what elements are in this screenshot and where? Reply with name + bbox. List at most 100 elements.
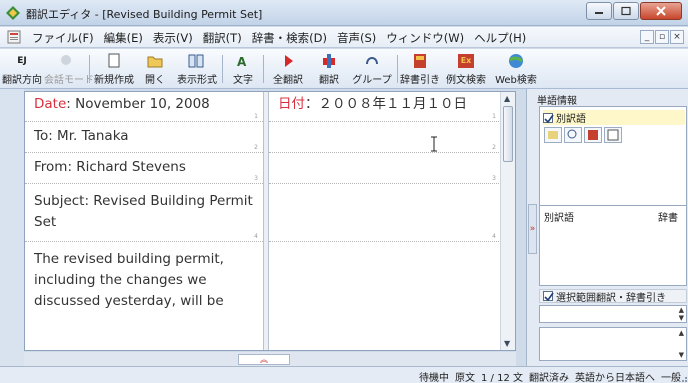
source-segment[interactable]: Subject: Revised Building Permit Set 4 — [25, 184, 263, 242]
mdi-close-button[interactable]: × — [670, 30, 684, 44]
minimize-button[interactable] — [586, 2, 612, 20]
panel-title: 単語情報 — [537, 96, 577, 107]
register-word-icon — [607, 129, 619, 141]
new-document-icon — [108, 53, 120, 68]
translate-button[interactable]: 翻訳 — [312, 52, 346, 86]
alt-translation-checkbox[interactable]: 別訳語 — [543, 110, 685, 125]
target-text: ：２００８年１１月１０日 — [305, 96, 467, 112]
scroll-down-icon[interactable]: ▼ — [504, 339, 510, 348]
target-pane[interactable]: 日付：２００８年１１月１０日 1 2 3 4 — [269, 92, 501, 350]
resize-grip-icon[interactable] — [679, 374, 687, 382]
menu-window[interactable]: ウィンドウ(W) — [381, 30, 469, 46]
translation-editor[interactable]: Date: November 10, 2008 1 To: Mr. Tanaka… — [24, 91, 516, 351]
dictionary-icon — [588, 130, 598, 140]
column-alt-translation[interactable]: 別訳語 — [544, 209, 574, 224]
group-button[interactable]: グループ — [350, 52, 394, 86]
word-tool-button-4[interactable] — [604, 127, 622, 143]
source-text: Set — [34, 214, 57, 230]
status-sentence-count: 1 / 12 文 — [481, 373, 523, 383]
conversation-mode-button[interactable]: 会話モード — [44, 52, 94, 86]
collapse-panel-button[interactable]: » — [528, 204, 537, 254]
status-state: 待機中 — [419, 373, 449, 383]
lookup-result-area[interactable]: ▲ ▼ — [539, 327, 687, 361]
source-segment[interactable]: To: Mr. Tanaka 2 — [25, 122, 263, 153]
status-pane: 原文 — [455, 373, 475, 383]
scroll-up-icon[interactable]: ▲ — [504, 94, 510, 103]
source-pane[interactable]: Date: November 10, 2008 1 To: Mr. Tanaka… — [25, 92, 263, 350]
menu-bar: ファイル(F) 編集(E) 表示(V) 翻訳(T) 辞書・検索(D) 音声(S)… — [0, 27, 688, 48]
editor-scrollbar[interactable]: ▲ ▼ — [500, 92, 515, 350]
app-icon — [6, 6, 20, 20]
menu-dictionary-search[interactable]: 辞書・検索(D) — [247, 30, 332, 46]
document-icon — [7, 30, 21, 44]
word-tool-button-3[interactable] — [584, 127, 602, 143]
spin-down-icon[interactable]: ▼ — [679, 314, 684, 322]
menu-speech[interactable]: 音声(S) — [332, 30, 381, 46]
chevron-right-icon: » — [529, 224, 536, 234]
segment-number: 4 — [254, 233, 258, 240]
segment-number: 4 — [492, 233, 496, 240]
font-icon: A — [237, 55, 247, 69]
spin-up-icon[interactable]: ▲ — [679, 306, 684, 314]
open-button[interactable]: 開く — [138, 52, 172, 86]
chevron-up-icon: ︽ — [260, 355, 268, 364]
word-tool-button-1[interactable] — [544, 127, 562, 143]
minimize-icon — [595, 12, 603, 14]
word-tool-button-2[interactable] — [564, 127, 582, 143]
target-segment[interactable]: 3 — [269, 153, 501, 184]
mdi-restore-button[interactable]: ▫ — [655, 30, 669, 44]
checkbox[interactable] — [543, 291, 554, 302]
group-icon — [366, 57, 378, 65]
menu-translate[interactable]: 翻訳(T) — [198, 30, 247, 46]
target-segment[interactable]: 2 — [269, 122, 501, 153]
segment-number: 2 — [492, 144, 496, 151]
close-button[interactable] — [640, 2, 682, 20]
new-button[interactable]: 新規作成 — [92, 52, 136, 86]
scope-translation-checkbox[interactable]: 選択範囲翻訳・辞書引き — [539, 289, 687, 304]
segment-number: 1 — [492, 113, 496, 120]
menu-help[interactable]: ヘルプ(H) — [469, 30, 531, 46]
dictionary-lookup-button[interactable]: 辞書引き — [400, 52, 440, 86]
source-segment[interactable]: From: Richard Stevens 3 — [25, 153, 263, 184]
mdi-minimize-button[interactable]: _ — [640, 30, 654, 44]
scroll-thumb[interactable] — [503, 106, 513, 162]
web-search-button[interactable]: Web検索 — [492, 52, 540, 86]
column-dictionary[interactable]: 辞書 — [658, 209, 678, 224]
checkbox[interactable] — [543, 112, 554, 123]
lookup-input[interactable]: ▲ ▼ — [539, 305, 687, 323]
status-bar: 待機中 原文 1 / 12 文 翻訳済み 英語から日本語へ 一般 — [0, 366, 688, 383]
alt-translation-list[interactable] — [539, 224, 687, 286]
source-text: From: Richard Stevens — [34, 159, 186, 175]
source-segment[interactable]: Date: November 10, 2008 1 — [25, 92, 263, 122]
play-icon — [285, 55, 293, 67]
display-format-button[interactable]: 表示形式 — [174, 52, 220, 86]
toolbar: EJ 翻訳方向 会話モード 新規作成 開く 表示形式 A 文字 全翻訳 翻訳 グ… — [0, 49, 688, 89]
left-margin — [0, 89, 24, 366]
source-text: Subject: Revised Building Permit — [34, 193, 253, 209]
text-button[interactable]: A 文字 — [226, 52, 260, 86]
translate-icon — [323, 54, 335, 68]
target-segment[interactable]: 4 — [269, 184, 501, 242]
source-segment[interactable]: The revised building permit, including t… — [25, 242, 263, 350]
maximize-icon — [621, 6, 631, 16]
text-cursor-icon — [431, 136, 437, 152]
translation-direction-button[interactable]: EJ 翻訳方向 — [2, 52, 42, 86]
translate-all-button[interactable]: 全翻訳 — [268, 52, 308, 86]
example-search-button[interactable]: Ex 例文検索 — [442, 52, 490, 86]
target-segment[interactable]: 日付：２００８年１１月１０日 1 — [269, 92, 501, 122]
menu-view[interactable]: 表示(V) — [148, 30, 198, 46]
word-search-icon — [567, 129, 577, 139]
scroll-down-icon[interactable]: ▼ — [679, 351, 684, 359]
example-icon: Ex — [458, 54, 474, 68]
menu-file[interactable]: ファイル(F) — [27, 30, 99, 46]
scroll-up-icon[interactable]: ▲ — [679, 329, 684, 337]
word-info-box: 別訳語 — [539, 106, 687, 206]
segment-number: 1 — [254, 113, 258, 120]
maximize-button[interactable] — [613, 2, 639, 20]
word-info-panel: 単語情報 » 別訳語 別訳語 辞書 選択範囲翻訳・辞書引き ▲ ▼ ▲ ▼ — [526, 89, 688, 366]
expand-panel-button[interactable]: ︽ — [238, 354, 290, 365]
menu-edit[interactable]: 編集(E) — [99, 30, 148, 46]
globe-icon — [509, 54, 523, 68]
source-text: including the changes we — [34, 272, 207, 288]
check-icon — [544, 114, 554, 123]
